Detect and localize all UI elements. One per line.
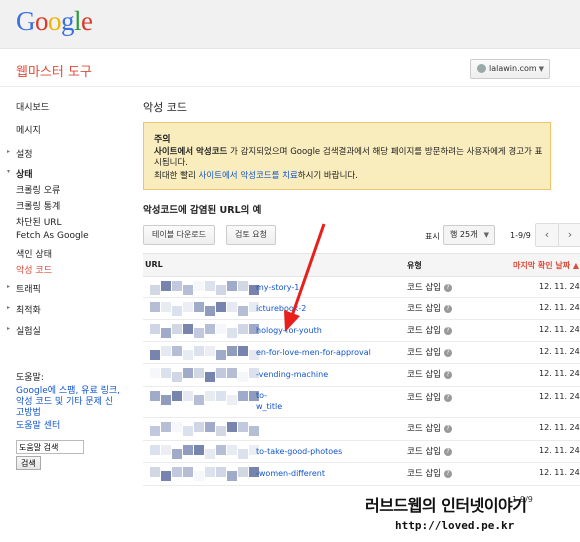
watermark-part1: 러브드웹의	[365, 496, 442, 515]
watermark: 러브드웹의 인터넷이야기 http://loved.pe.kr	[365, 492, 580, 542]
red-arrow-annotation	[284, 223, 326, 332]
watermark-part2: 인터넷이야기	[441, 496, 527, 515]
watermark-title: 러브드웹의 인터넷이야기	[365, 492, 527, 516]
watermark-url: http://loved.pe.kr	[395, 519, 515, 532]
